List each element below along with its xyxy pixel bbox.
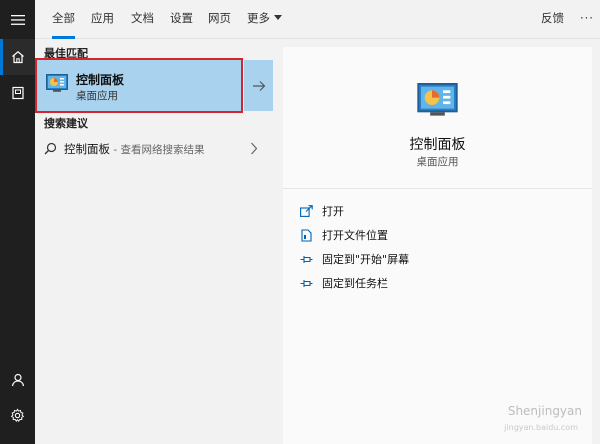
tab-more-label: 更多 bbox=[247, 11, 270, 25]
action-pin-to-taskbar-label: 固定到任务栏 bbox=[322, 277, 388, 290]
expand-preview-button[interactable] bbox=[244, 60, 273, 111]
action-open-file-location[interactable]: 打开文件位置 bbox=[299, 226, 388, 244]
suggestion-label: 控制面板 bbox=[64, 142, 110, 156]
chevron-right-icon bbox=[251, 142, 258, 155]
best-match-item[interactable]: 控制面板 桌面应用 bbox=[35, 60, 241, 111]
tab-apps[interactable]: 应用 bbox=[91, 0, 114, 39]
suggestion-text: 控制面板 - 查看网络搜索结果 bbox=[64, 141, 204, 157]
pin-icon bbox=[299, 276, 313, 290]
tab-settings[interactable]: 设置 bbox=[170, 0, 193, 39]
control-panel-icon bbox=[417, 83, 458, 116]
search-suggestions-heading: 搜索建议 bbox=[44, 117, 88, 130]
tab-documents[interactable]: 文档 bbox=[131, 0, 154, 39]
action-pin-to-taskbar[interactable]: 固定到任务栏 bbox=[299, 274, 388, 292]
arrow-right-icon bbox=[252, 80, 265, 91]
feedback-link[interactable]: 反馈 bbox=[541, 0, 564, 39]
hamburger-menu-icon bbox=[10, 15, 25, 25]
control-panel-icon bbox=[46, 74, 68, 92]
preview-header: 控制面板 桌面应用 bbox=[283, 47, 592, 189]
settings-icon bbox=[10, 408, 25, 422]
more-options-button[interactable]: ··· bbox=[580, 0, 594, 39]
left-rail bbox=[0, 0, 35, 444]
home-icon bbox=[11, 51, 24, 64]
tab-all[interactable]: 全部 bbox=[52, 0, 75, 39]
tab-web-label: 网页 bbox=[208, 11, 231, 25]
open-icon bbox=[299, 204, 313, 218]
best-match-heading: 最佳匹配 bbox=[44, 47, 88, 60]
results-list: 最佳匹配 控制面板 桌面应用 搜索建议 控制面板 - 查看网络搜索结果 bbox=[35, 39, 275, 444]
menu-button[interactable] bbox=[0, 2, 35, 38]
web-suggestion-item[interactable]: 控制面板 - 查看网络搜索结果 bbox=[35, 134, 275, 162]
action-pin-to-start-label: 固定到"开始"屏幕 bbox=[322, 253, 410, 266]
best-match-title: 控制面板 bbox=[76, 73, 125, 87]
action-open[interactable]: 打开 bbox=[299, 202, 344, 220]
account-button[interactable] bbox=[0, 362, 35, 398]
user-icon bbox=[11, 373, 24, 387]
tab-more[interactable]: 更多 bbox=[247, 0, 282, 39]
suggestion-subtext: - 查看网络搜索结果 bbox=[110, 144, 205, 156]
documents-icon bbox=[11, 86, 24, 100]
tab-web[interactable]: 网页 bbox=[208, 0, 231, 39]
preview-pane: 控制面板 桌面应用 打开 打开文件位置 固定到"开始"屏幕 固定到任务栏 bbox=[283, 47, 592, 444]
preview-subtitle: 桌面应用 bbox=[416, 156, 459, 168]
documents-button[interactable] bbox=[0, 75, 35, 111]
filter-tab-bar: 全部 应用 文档 设置 网页 更多 反馈 ··· bbox=[35, 0, 600, 39]
search-icon bbox=[44, 142, 57, 155]
watermark: Shenjingyan bbox=[507, 404, 582, 418]
settings-button[interactable] bbox=[0, 397, 35, 433]
folder-location-icon bbox=[299, 228, 313, 242]
watermark-sub: jingyan.baidu.com bbox=[504, 423, 578, 432]
action-open-label: 打开 bbox=[322, 205, 344, 218]
chevron-down-icon bbox=[274, 15, 282, 20]
action-pin-to-start[interactable]: 固定到"开始"屏幕 bbox=[299, 250, 409, 268]
pin-icon bbox=[299, 252, 313, 266]
best-match-subtitle: 桌面应用 bbox=[76, 90, 118, 102]
home-button[interactable] bbox=[0, 39, 35, 75]
action-open-file-location-label: 打开文件位置 bbox=[322, 229, 388, 242]
preview-title: 控制面板 bbox=[409, 137, 466, 153]
